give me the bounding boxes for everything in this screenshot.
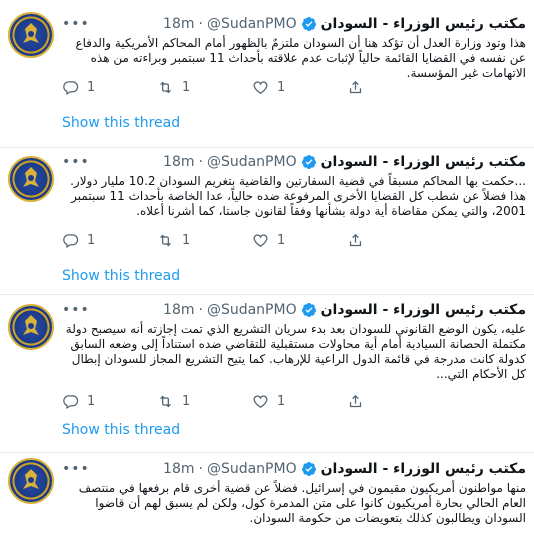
- like-count: 1: [277, 79, 286, 95]
- like-button[interactable]: 1: [252, 232, 347, 249]
- tweet-text: عليه، يكون الوضع القانوني للسودان بعد بد…: [65, 322, 526, 381]
- retweet-button[interactable]: 1: [157, 79, 252, 96]
- tweet-text: منها مواطنون أمريكيون مقيمون في إسرائيل.…: [78, 481, 526, 525]
- dot-separator: ·: [198, 461, 203, 477]
- verified-badge-icon: [301, 17, 316, 31]
- more-options-icon[interactable]: •••: [62, 300, 89, 320]
- show-thread-link[interactable]: Show this thread: [62, 115, 180, 131]
- verified-badge-icon: [301, 155, 316, 169]
- like-count: 1: [277, 232, 286, 248]
- tweet[interactable]: ••• 18m · @SudanPMO مكتب رئيس الوزراء - …: [0, 453, 534, 540]
- emblem-icon: [23, 23, 39, 43]
- tweet-text: هذا وتود وزارة العدل أن تؤكد هنا أن السو…: [75, 36, 526, 80]
- more-options-icon[interactable]: •••: [62, 14, 89, 34]
- like-button[interactable]: 1: [252, 79, 347, 96]
- retweet-count: 1: [182, 79, 191, 95]
- retweet-count: 1: [182, 393, 191, 409]
- share-icon: [349, 233, 362, 246]
- retweet-button[interactable]: 1: [157, 232, 252, 249]
- show-thread-link[interactable]: Show this thread: [62, 268, 180, 284]
- share-button[interactable]: [347, 79, 372, 96]
- reply-button[interactable]: 1: [62, 393, 157, 410]
- share-button[interactable]: [347, 393, 372, 410]
- avatar[interactable]: [8, 458, 54, 504]
- retweet-icon: [160, 234, 171, 246]
- tweet-text: ...حكمت بها المحاكم مسبقاً في قضية السفا…: [70, 174, 526, 218]
- reply-count: 1: [87, 393, 96, 409]
- retweet-icon: [160, 395, 171, 407]
- show-thread-link[interactable]: Show this thread: [62, 422, 180, 438]
- share-button[interactable]: [347, 232, 372, 249]
- author-name[interactable]: مكتب رئيس الوزراء - السودان: [321, 16, 526, 32]
- emblem-icon: [23, 469, 39, 489]
- reply-button[interactable]: 1: [62, 232, 157, 249]
- author-name[interactable]: مكتب رئيس الوزراء - السودان: [321, 302, 526, 318]
- more-options-icon[interactable]: •••: [62, 152, 89, 172]
- reply-icon: [63, 80, 79, 95]
- reply-icon: [63, 233, 79, 248]
- share-icon: [349, 394, 362, 407]
- tweet-time[interactable]: 18m: [163, 154, 194, 170]
- retweet-icon: [160, 81, 171, 93]
- reply-count: 1: [87, 232, 96, 248]
- reply-button[interactable]: 1: [62, 79, 157, 96]
- emblem-icon: [23, 315, 39, 335]
- reply-icon: [63, 394, 79, 409]
- tweet-time[interactable]: 18m: [163, 302, 194, 318]
- verified-badge-icon: [301, 462, 316, 476]
- author-name[interactable]: مكتب رئيس الوزراء - السودان: [321, 154, 526, 170]
- share-icon: [349, 80, 362, 93]
- heart-icon: [253, 80, 268, 94]
- avatar[interactable]: [8, 304, 54, 350]
- avatar[interactable]: [8, 156, 54, 202]
- tweet-time[interactable]: 18m: [163, 461, 194, 477]
- more-options-icon[interactable]: •••: [62, 459, 89, 479]
- author-name[interactable]: مكتب رئيس الوزراء - السودان: [321, 461, 526, 477]
- heart-icon: [253, 394, 268, 408]
- tweet[interactable]: ••• 18m · @SudanPMO مكتب رئيس الوزراء - …: [0, 148, 534, 294]
- dot-separator: ·: [198, 16, 203, 32]
- retweet-count: 1: [182, 232, 191, 248]
- tweet-handle: @SudanPMO: [206, 461, 297, 477]
- tweet-handle: @SudanPMO: [206, 302, 297, 318]
- tweet-handle: @SudanPMO: [206, 16, 297, 32]
- verified-badge-icon: [301, 303, 316, 317]
- avatar[interactable]: [8, 12, 54, 58]
- heart-icon: [253, 233, 268, 247]
- retweet-button[interactable]: 1: [157, 393, 252, 410]
- like-button[interactable]: 1: [252, 393, 347, 410]
- tweet-time[interactable]: 18m: [163, 16, 194, 32]
- tweet[interactable]: ••• 18m · @SudanPMO مكتب رئيس الوزراء - …: [0, 295, 534, 452]
- reply-count: 1: [87, 79, 96, 95]
- tweet[interactable]: ••• 18m · @SudanPMO مكتب رئيس الوزراء - …: [0, 0, 534, 147]
- dot-separator: ·: [198, 302, 203, 318]
- emblem-icon: [23, 167, 39, 187]
- tweet-handle: @SudanPMO: [206, 154, 297, 170]
- like-count: 1: [277, 393, 286, 409]
- dot-separator: ·: [198, 154, 203, 170]
